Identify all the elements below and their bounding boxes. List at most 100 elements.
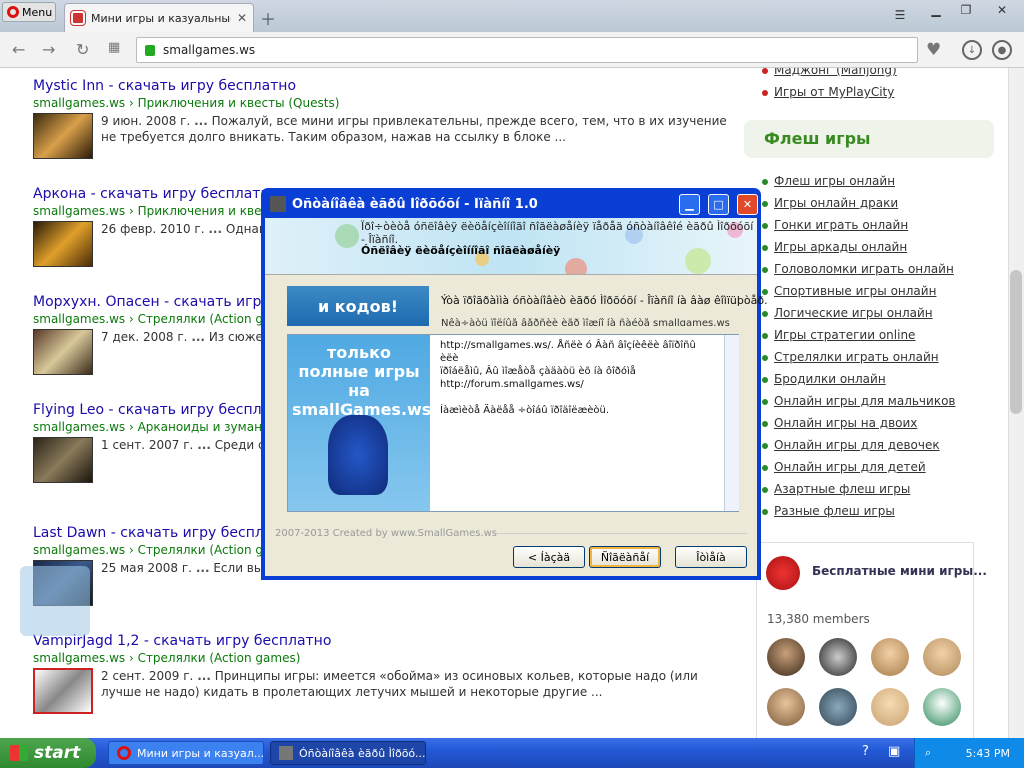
member-avatar[interactable]	[871, 688, 909, 726]
result-snippet: 2 сент. 2009 г. ... Принципы игры: имеет…	[101, 669, 698, 699]
license-line: ïðîáëåìû, Âû ìîæåòå çàäàòü èõ íà ôîðóìå	[440, 366, 636, 377]
flash-link[interactable]: Игры стратегии online	[762, 328, 915, 342]
opera-menu-button[interactable]: Menu	[2, 2, 56, 22]
forward-icon[interactable]: →	[42, 40, 55, 59]
speed-dial-icon[interactable]: ▦	[108, 40, 120, 55]
smallgames-promo-image: только полные игры на smallGames.ws	[288, 335, 430, 511]
search-result: Mystic Inn - скачать игру бесплатно smal…	[33, 78, 733, 159]
flash-link[interactable]: Онлайн игры для детей	[762, 460, 926, 474]
address-field[interactable]: smallgames.ws	[136, 37, 918, 63]
credit-text: 2007-2013 Created by www.SmallGames.ws	[275, 528, 498, 539]
opera-icon	[117, 746, 131, 760]
tab-menu-icon[interactable]: ☰	[886, 6, 914, 24]
back-icon[interactable]: ←	[12, 40, 25, 59]
dialog-close-button[interactable]: ✕	[737, 193, 758, 215]
opera-logo-icon	[7, 6, 19, 18]
system-tray: ⌕ 5:43 PM	[914, 738, 1024, 768]
restore-window-icon[interactable]: ❐	[952, 1, 980, 19]
installer-app-icon	[270, 196, 286, 212]
tray-icons[interactable]: ⌕	[915, 746, 931, 760]
taskbar-item-browser[interactable]: Мини игры и казуал...	[108, 741, 264, 765]
flash-link[interactable]: Головоломки играть онлайн	[762, 262, 954, 276]
install-description-2: Ñêà÷àòü ïîëíûå âåðñèè èãð ìîæíî íà ñàéòå…	[441, 318, 730, 326]
taskbar-item-installer[interactable]: Óñòàíîâêà èãðû Ìîðõó...	[270, 741, 426, 765]
member-avatar[interactable]	[819, 688, 857, 726]
license-scrollbar[interactable]	[724, 335, 739, 511]
flash-link[interactable]: Спортивные игры онлайн	[762, 284, 936, 298]
license-line	[440, 391, 716, 404]
flash-link[interactable]: Флеш игры онлайн	[762, 174, 895, 188]
clock: 5:43 PM	[965, 746, 1010, 760]
flash-link[interactable]: Игры аркады онлайн	[762, 240, 907, 254]
installer-dialog: Óñòàíîâêà èãðû Ìîðõóõí - Îïàñíî 1.0 ▁ □ …	[261, 188, 768, 580]
install-description: Ýòà ïðîãðàììà óñòàíîâèò èãðó Ìîðõóõí - Î…	[441, 294, 768, 307]
license-textbox[interactable]: только полные игры на smallGames.ws http…	[287, 334, 739, 512]
promo-banner: и кодов!	[287, 286, 429, 326]
installer-icon	[279, 746, 293, 760]
result-thumbnail[interactable]	[33, 437, 93, 483]
result-thumbnail[interactable]	[33, 221, 93, 267]
scrollbar-thumb[interactable]	[1010, 270, 1022, 414]
dialog-minimize-button[interactable]: ▁	[679, 193, 700, 215]
network-icon[interactable]: ▣	[888, 744, 900, 759]
account-icon[interactable]: ●	[992, 40, 1012, 60]
flash-link[interactable]: Стрелялки играть онлайн	[762, 350, 939, 364]
back-button[interactable]: < Íàçàä	[513, 546, 585, 568]
scroll-top-button[interactable]	[20, 566, 90, 636]
right-link[interactable]: Игры от MyPlayCity	[762, 85, 894, 99]
dialog-titlebar[interactable]: Óñòàíîâêà èãðû Ìîðõóõí - Îïàñíî 1.0 ▁ □ …	[264, 191, 758, 217]
new-tab-icon[interactable]: ＋	[260, 6, 276, 30]
agree-button[interactable]: Ñîãëàñåí	[589, 546, 661, 568]
sonic-character-image	[328, 415, 388, 495]
flash-link[interactable]: Онлайн игры для мальчиков	[762, 394, 955, 408]
start-button[interactable]: start	[0, 738, 96, 768]
bookmark-heart-icon[interactable]: ♥	[926, 40, 941, 60]
flash-link[interactable]: Игры онлайн драки	[762, 196, 898, 210]
flash-link[interactable]: Онлайн игры на двоих	[762, 416, 917, 430]
flash-link[interactable]: Гонки играть онлайн	[762, 218, 908, 232]
member-avatar[interactable]	[871, 638, 909, 676]
dialog-header: Ïðî÷òèòå óñëîâèÿ ëèöåíçèîííîãî ñîãëàøåíè…	[265, 218, 757, 275]
license-line: http://smallgames.ws/. Åñëè ó Âàñ âîçíèê…	[440, 340, 696, 364]
result-thumbnail[interactable]	[33, 329, 93, 375]
flash-link[interactable]: Разные флеш игры	[762, 504, 895, 518]
cancel-button[interactable]: Îòìåíà	[675, 546, 747, 568]
member-avatar[interactable]	[923, 688, 961, 726]
facebook-page-title[interactable]: Бесплатные мини игры...	[812, 564, 987, 578]
favicon-icon	[71, 11, 85, 25]
result-title-link[interactable]: VampirJagd 1,2 - скачать игру бесплатно	[33, 633, 733, 649]
secure-lock-icon	[145, 44, 155, 56]
downloads-icon[interactable]: ↓	[962, 40, 982, 60]
member-avatar[interactable]	[767, 638, 805, 676]
flash-games-header: Флеш игры	[744, 120, 994, 158]
license-line: Íàæìèòå Äàëåå ÷òîáû ïðîäîëæèòü.	[440, 405, 610, 416]
flash-link[interactable]: Логические игры онлайн	[762, 306, 933, 320]
minimize-window-icon[interactable]: ▁	[922, 1, 950, 19]
member-avatar[interactable]	[923, 638, 961, 676]
right-link[interactable]: Маджонг (Mahjong)	[762, 68, 897, 77]
result-url[interactable]: smallgames.ws › Приключения и квесты (Qu…	[33, 96, 733, 110]
close-window-icon[interactable]: ✕	[988, 1, 1016, 19]
browser-tab[interactable]: Мини игры и казуальные иг✕	[64, 3, 254, 32]
mario-avatar-icon	[766, 556, 800, 590]
reload-icon[interactable]: ↻	[76, 40, 89, 59]
result-thumbnail[interactable]	[33, 668, 93, 714]
dialog-body: Ïðî÷òèòå óñëîâèÿ ëèöåíçèîííîãî ñîãëàøåíè…	[265, 218, 768, 576]
member-avatar[interactable]	[767, 688, 805, 726]
windows-logo-icon	[10, 745, 28, 761]
flash-link[interactable]: Бродилки онлайн	[762, 372, 886, 386]
dialog-header-line1: Ïðî÷òèòå óñëîâèÿ ëèöåíçèîííîãî ñîãëàøåíè…	[361, 220, 754, 246]
tab-close-icon[interactable]: ✕	[237, 11, 253, 25]
dialog-maximize-button[interactable]: □	[708, 193, 729, 215]
credit-divider	[497, 533, 747, 534]
flash-link[interactable]: Онлайн игры для девочек	[762, 438, 940, 452]
search-result: VampirJagd 1,2 - скачать игру бесплатно …	[33, 633, 733, 714]
license-line: http://forum.smallgames.ws/	[440, 379, 584, 390]
member-avatar[interactable]	[819, 638, 857, 676]
result-title-link[interactable]: Mystic Inn - скачать игру бесплатно	[33, 78, 733, 94]
flash-link[interactable]: Азартные флеш игры	[762, 482, 910, 496]
result-thumbnail[interactable]	[33, 113, 93, 159]
result-snippet: 9 июн. 2008 г. ... Пожалуй, все мини игр…	[101, 114, 727, 144]
help-icon[interactable]: ?	[862, 744, 869, 759]
result-url[interactable]: smallgames.ws › Стрелялки (Action games)	[33, 651, 733, 665]
